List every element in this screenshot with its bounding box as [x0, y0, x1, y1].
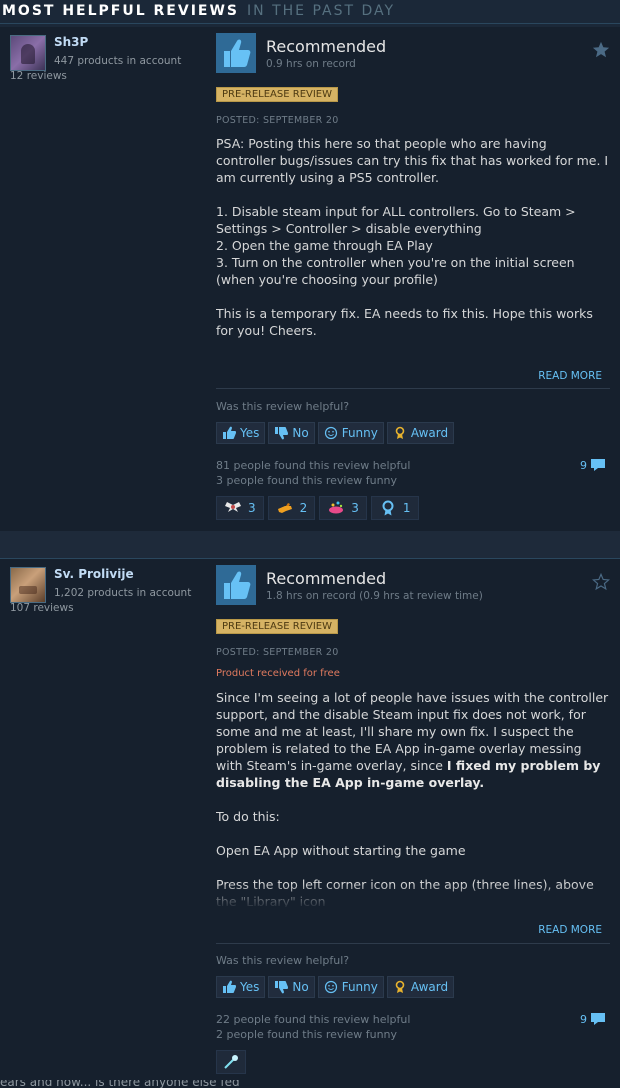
party-award-icon [329, 501, 344, 514]
thumbs-up-icon [223, 980, 236, 993]
section-subtitle: IN THE PAST DAY [247, 3, 396, 19]
posted-date: POSTED: SEPTEMBER 20 [216, 115, 339, 126]
star-outline-icon[interactable] [592, 573, 610, 591]
award-icon [395, 980, 405, 993]
read-more-link[interactable]: READ MORE [538, 370, 602, 382]
helpful-question: Was this review helpful? [216, 400, 350, 413]
section-title: MOST HELPFUL REVIEWS [2, 3, 240, 19]
vote-no-label: No [292, 426, 309, 440]
review-body: PSA: Posting this here so that people wh… [216, 136, 609, 338]
thumbs-up-icon[interactable] [216, 33, 256, 73]
comment-count: 9 [580, 1012, 587, 1026]
avatar[interactable] [10, 567, 46, 603]
award-item[interactable]: 3 [216, 496, 264, 520]
review-stats: 22 people found this review helpful 2 pe… [216, 1012, 410, 1042]
posted-date: POSTED: SEPTEMBER 20 [216, 647, 339, 658]
hand-award-icon [277, 503, 292, 513]
funny-count: 2 people found this review funny [216, 1028, 398, 1041]
award-item[interactable] [216, 1050, 246, 1074]
comment-icon [591, 1013, 605, 1025]
vote-no-label: No [292, 980, 309, 994]
author-review-count[interactable]: 107 reviews [10, 602, 74, 614]
avatar[interactable] [10, 35, 46, 71]
vote-no-button[interactable]: No [268, 422, 315, 444]
author-products[interactable]: 447 products in account [54, 55, 181, 67]
review-card: Sh3P 447 products in account 12 reviews … [0, 27, 620, 531]
award-count: 1 [402, 501, 411, 515]
award-count: 3 [248, 501, 256, 515]
read-more-link[interactable]: READ MORE [538, 924, 602, 936]
award-item[interactable]: 2 [267, 496, 316, 520]
hours-on-record: 0.9 hrs on record [266, 58, 356, 70]
funny-count: 3 people found this review funny [216, 474, 398, 487]
pre-release-badge: PRE-RELEASE REVIEW [216, 87, 339, 102]
review-card: Sv. Prolivije 1,202 products in account … [0, 558, 620, 1088]
author-products[interactable]: 1,202 products in account [54, 587, 191, 599]
awards-row [216, 1050, 246, 1074]
award-count: 3 [351, 501, 359, 515]
review-verdict[interactable]: Recommended [266, 569, 386, 588]
award-button[interactable]: Award [386, 976, 455, 998]
vote-funny-label: Funny [341, 980, 378, 994]
comment-icon [591, 459, 605, 471]
helpful-question: Was this review helpful? [216, 954, 350, 967]
review-verdict[interactable]: Recommended [266, 37, 386, 56]
vote-yes-button[interactable]: Yes [216, 422, 266, 444]
smiley-icon [324, 426, 337, 440]
star-icon[interactable] [592, 41, 610, 59]
text-fade-overlay [216, 883, 610, 909]
next-review-preview: ears and now... is there anyone else fed [0, 1080, 300, 1088]
author-review-count[interactable]: 12 reviews [10, 70, 67, 82]
vote-buttons: Yes No Funny Award [216, 976, 455, 998]
review-separator [0, 531, 620, 558]
vote-no-button[interactable]: No [268, 976, 315, 998]
awards-row: 3 2 3 1 [216, 496, 419, 520]
author-name[interactable]: Sv. Prolivije [54, 567, 134, 581]
section-header: MOST HELPFUL REVIEWS IN THE PAST DAY [0, 0, 620, 24]
smiley-icon [324, 980, 337, 994]
hours-on-record: 1.8 hrs on record (0.9 hrs at review tim… [266, 590, 483, 602]
vote-funny-button[interactable]: Funny [317, 422, 384, 444]
award-item[interactable]: 3 [319, 496, 367, 520]
thumbs-up-icon [223, 426, 236, 439]
thumbs-down-icon [275, 981, 289, 994]
wings-award-icon [225, 502, 241, 512]
review-stats: 81 people found this review helpful 3 pe… [216, 458, 410, 488]
next-review-text: ears and now... is there anyone else fed [0, 1080, 240, 1088]
comments-link[interactable]: 9 [580, 1012, 606, 1026]
vote-yes-label: Yes [240, 980, 260, 994]
vote-yes-button[interactable]: Yes [216, 976, 266, 998]
thumbs-down-icon [275, 427, 289, 440]
review-body: Since I'm seeing a lot of people have is… [216, 689, 610, 907]
award-label: Award [410, 980, 449, 994]
award-button[interactable]: Award [386, 422, 455, 444]
divider [216, 388, 610, 389]
award-count: 2 [299, 501, 308, 515]
comment-count: 9 [580, 458, 587, 472]
divider [216, 943, 610, 944]
comments-link[interactable]: 9 [580, 458, 606, 472]
vote-funny-label: Funny [341, 426, 378, 440]
vote-funny-button[interactable]: Funny [317, 976, 384, 998]
thumbs-up-icon[interactable] [216, 565, 256, 605]
award-icon [395, 426, 405, 439]
ribbon-award-icon [382, 500, 394, 516]
vote-buttons: Yes No Funny Award [216, 422, 455, 444]
helpful-count: 81 people found this review helpful [216, 459, 411, 472]
pre-release-badge: PRE-RELEASE REVIEW [216, 619, 339, 634]
helpful-count: 22 people found this review helpful [216, 1013, 411, 1026]
received-free-note: Product received for free [216, 668, 340, 679]
comet-award-icon [224, 1055, 238, 1069]
vote-yes-label: Yes [240, 426, 260, 440]
award-item[interactable]: 1 [370, 496, 419, 520]
award-label: Award [410, 426, 449, 440]
author-name[interactable]: Sh3P [54, 35, 88, 49]
